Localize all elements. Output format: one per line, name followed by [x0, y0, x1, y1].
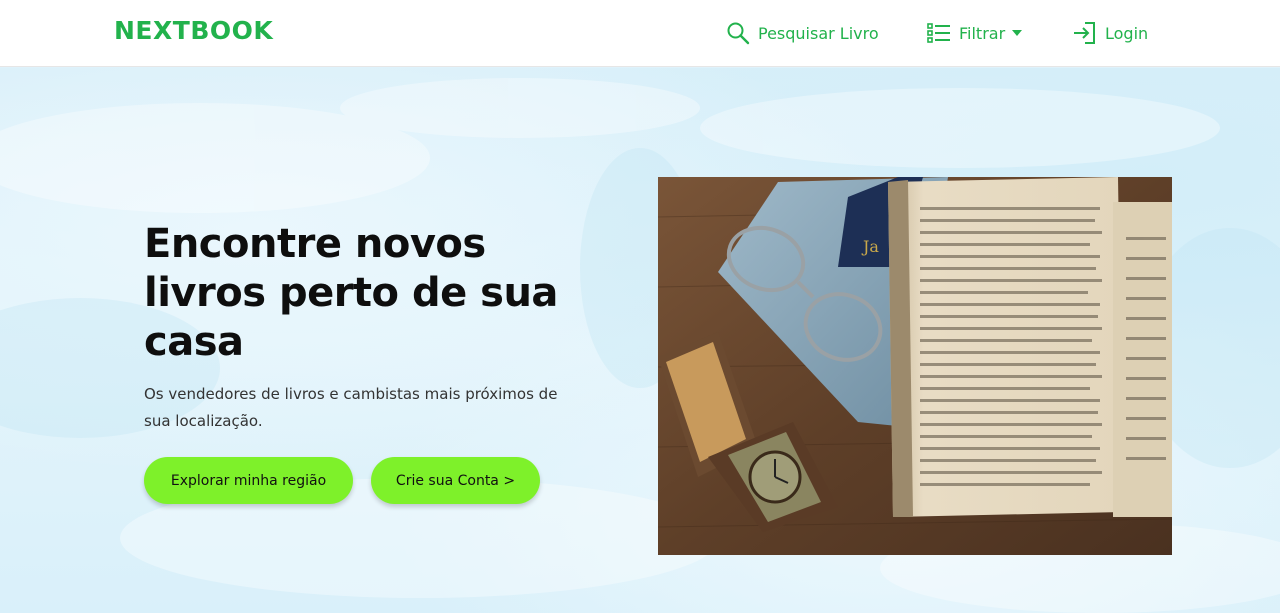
hero-section: Encontre novos livros perto de sua casa …: [0, 68, 1280, 613]
nav-search-book[interactable]: Pesquisar Livro: [726, 20, 879, 46]
create-account-button[interactable]: Crie sua Conta >: [371, 457, 540, 504]
hero-subtitle: Os vendedores de livros e cambistas mais…: [144, 385, 558, 430]
login-icon: [1074, 22, 1095, 44]
top-header: NEXTBOOK Pesquisar Livro Filtrar Login: [0, 0, 1280, 67]
svg-text:Ja: Ja: [861, 237, 879, 256]
caret-down-icon: [1012, 30, 1023, 36]
nav-login-label: Login: [1105, 23, 1149, 43]
nav-login[interactable]: Login: [1073, 20, 1148, 46]
nav-search-label: Pesquisar Livro: [758, 23, 879, 43]
list-icon: [927, 23, 950, 43]
logo[interactable]: NEXTBOOK: [114, 16, 273, 45]
hero-title: Encontre novos livros perto de sua casa: [144, 221, 558, 365]
books-photo-illustration: Ja: [658, 177, 1172, 555]
explore-region-button[interactable]: Explorar minha região: [144, 457, 353, 504]
nav-filter-dropdown[interactable]: Filtrar: [927, 20, 1023, 46]
nav-filter-label: Filtrar: [959, 23, 1006, 43]
hero-books-photo: Ja: [658, 177, 1172, 555]
search-icon: [727, 22, 750, 45]
